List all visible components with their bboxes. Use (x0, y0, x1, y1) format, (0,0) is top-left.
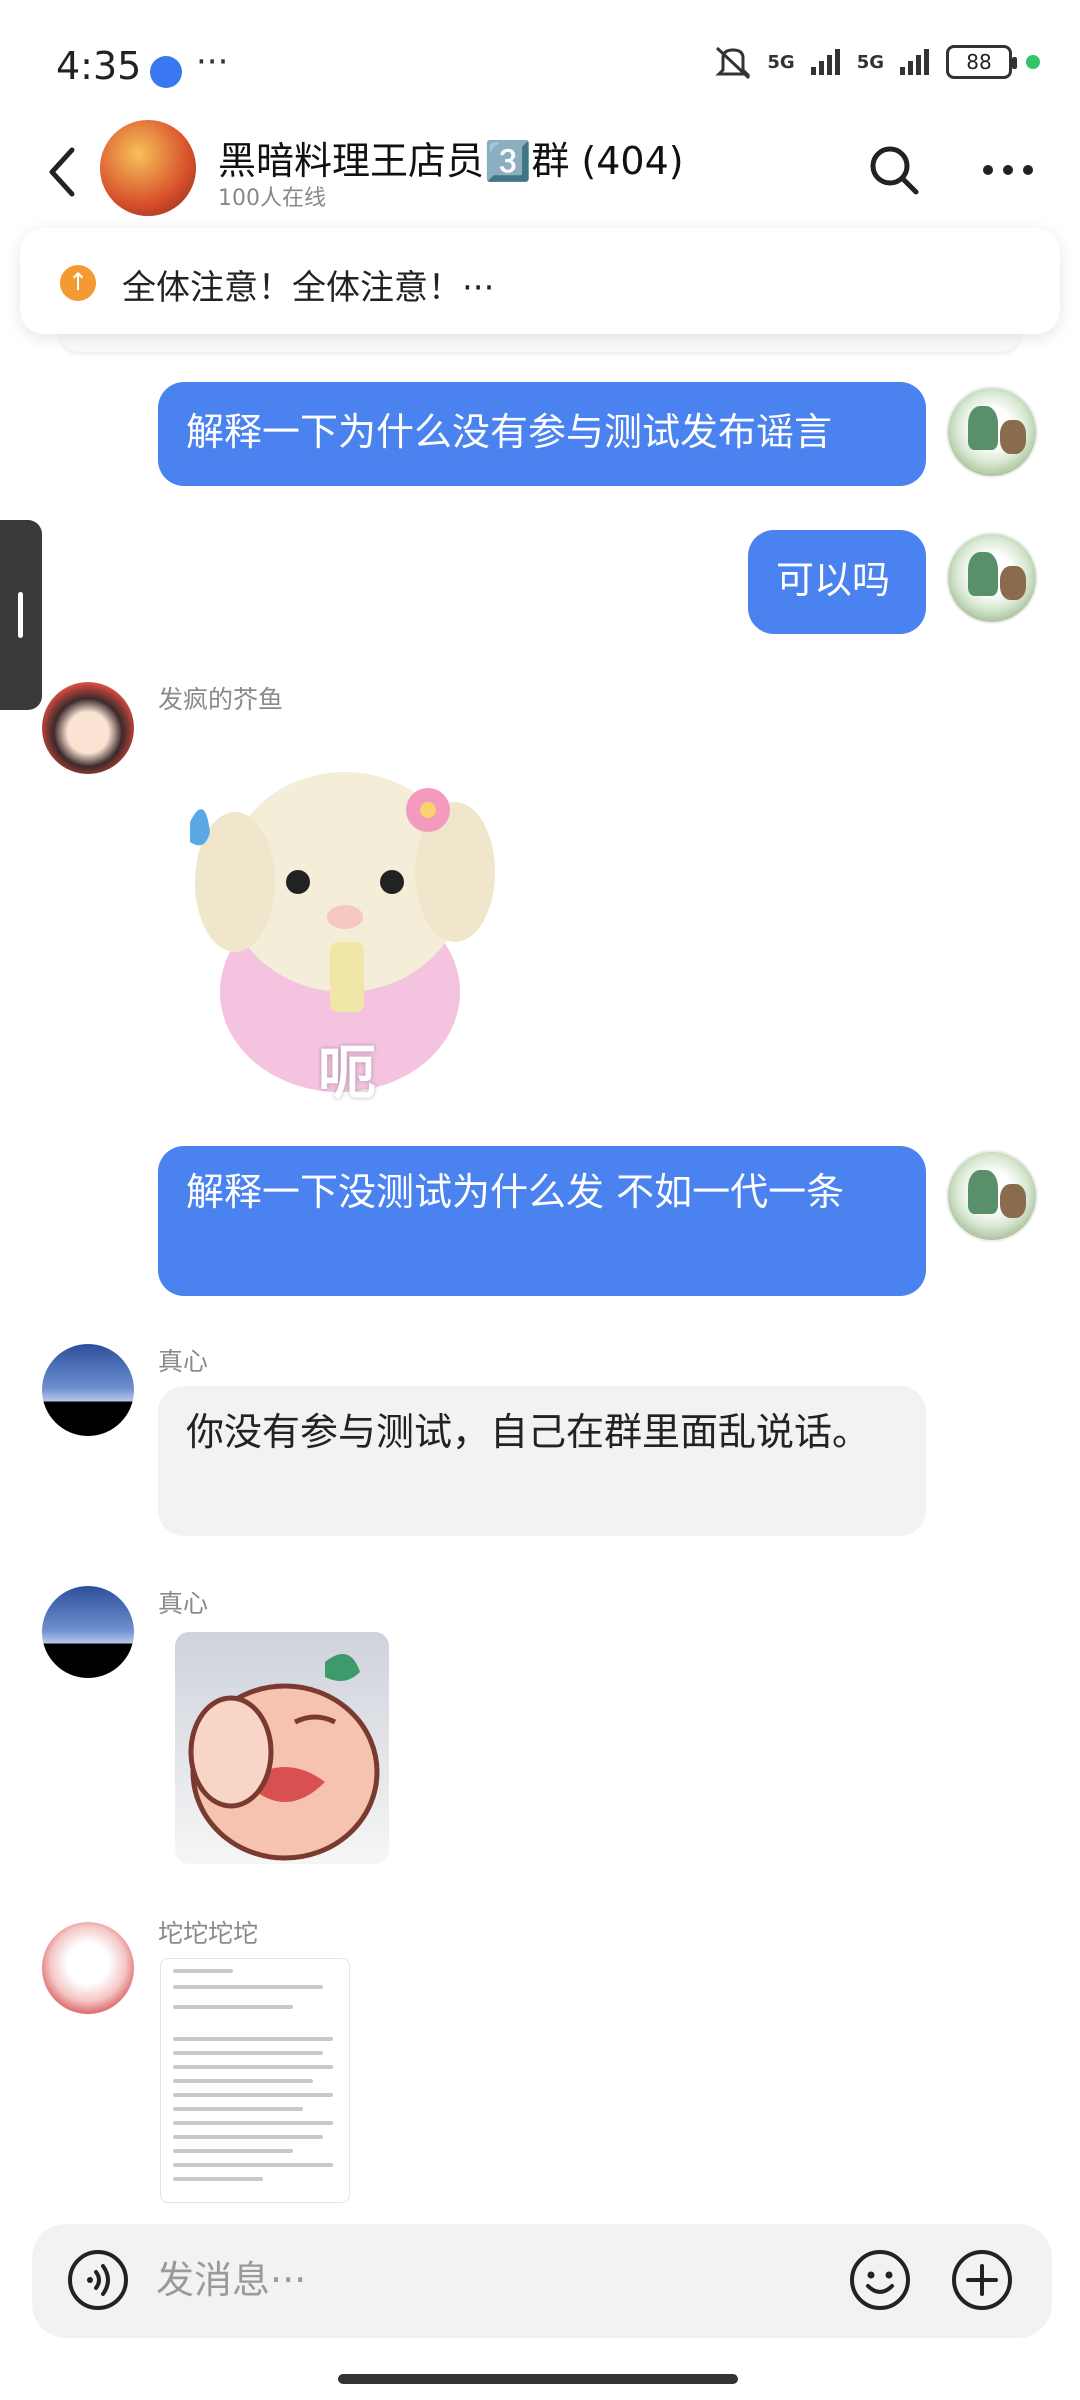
status-time: 4:35 (56, 44, 142, 88)
facepalm-sticker-image (188, 1654, 380, 1861)
online-count: 100人在线 (218, 186, 326, 211)
chat-header: 黑暗料理王店员3️⃣群 (404) 100人在线 (0, 120, 1080, 230)
signal-icon-2 (900, 49, 929, 75)
back-arrow-icon[interactable] (38, 142, 88, 202)
emoji-icon[interactable] (848, 2248, 912, 2312)
add-attachment-icon[interactable] (950, 2248, 1014, 2312)
message-bubble-outgoing[interactable]: 可以吗 (748, 530, 926, 634)
announcement-arrow-icon: ↑ (60, 265, 96, 301)
side-drawer-handle[interactable] (0, 520, 42, 710)
thumb-line (173, 2005, 293, 2009)
thumb-line (173, 2065, 333, 2069)
thumb-line (173, 1985, 323, 1989)
sender-name: 发疯的芥鱼 (158, 685, 284, 714)
thumb-line (173, 2051, 323, 2055)
sender-name: 真心 (158, 1347, 209, 1376)
thumb-line (173, 2163, 333, 2167)
network-label-2: 5G (856, 51, 884, 73)
home-indicator[interactable] (338, 2374, 738, 2384)
thumb-line (173, 2121, 333, 2125)
bunny-sticker[interactable]: 呃 (160, 742, 530, 1104)
thumb-line (173, 2177, 263, 2181)
group-avatar[interactable] (100, 120, 196, 216)
network-label-1: 5G (767, 51, 795, 73)
my-avatar[interactable] (946, 386, 1038, 478)
thumb-line (173, 2107, 303, 2111)
shared-screenshot-image[interactable] (160, 1958, 350, 2203)
thumb-line (173, 2079, 313, 2083)
search-icon[interactable] (866, 142, 922, 198)
battery-indicator: 88 (946, 45, 1017, 79)
sender-avatar[interactable] (42, 1922, 134, 2014)
message-input-bar (32, 2224, 1052, 2338)
message-bubble-outgoing[interactable]: 解释一下没测试为什么发 不如一代一条 (158, 1146, 926, 1296)
sender-avatar[interactable] (42, 1344, 134, 1436)
announcement-text: 全体注意！全体注意！··· (122, 268, 495, 308)
group-title[interactable]: 黑暗料理王店员3️⃣群 (404) (218, 130, 684, 185)
my-avatar[interactable] (946, 1150, 1038, 1242)
more-notifications-icon: ··· (196, 42, 229, 82)
status-bar: 4:35 ··· 5G 5G 88 (0, 0, 1080, 120)
sender-avatar[interactable] (42, 1586, 134, 1678)
facepalm-sticker[interactable] (175, 1632, 389, 1864)
messenger-notification-icon (150, 56, 182, 88)
mute-icon (715, 46, 751, 80)
announcement-banner[interactable]: ↑ 全体注意！全体注意！··· (20, 228, 1060, 334)
voice-input-icon[interactable] (66, 2248, 130, 2312)
sender-name: 坨坨坨坨 (158, 1919, 259, 1948)
sender-name: 真心 (158, 1589, 209, 1618)
thumb-line (173, 2149, 293, 2153)
thumb-line (173, 2135, 323, 2139)
message-bubble-outgoing[interactable]: 解释一下为什么没有参与测试发布谣言 (158, 382, 926, 486)
sticker-caption: 呃 (318, 1039, 377, 1104)
status-right-group: 5G 5G 88 (713, 44, 1040, 80)
thumb-line (173, 1969, 233, 1973)
message-input[interactable] (156, 2254, 716, 2306)
thumb-line (173, 2037, 333, 2041)
active-dot-icon (1026, 55, 1040, 69)
my-avatar[interactable] (946, 532, 1038, 624)
message-bubble-incoming[interactable]: 你没有参与测试，自己在群里面乱说话。 (158, 1386, 926, 1536)
signal-icon-1 (810, 49, 840, 75)
sender-avatar[interactable] (42, 682, 134, 774)
thumb-line (173, 2093, 333, 2097)
more-options-icon[interactable] (978, 142, 1038, 198)
